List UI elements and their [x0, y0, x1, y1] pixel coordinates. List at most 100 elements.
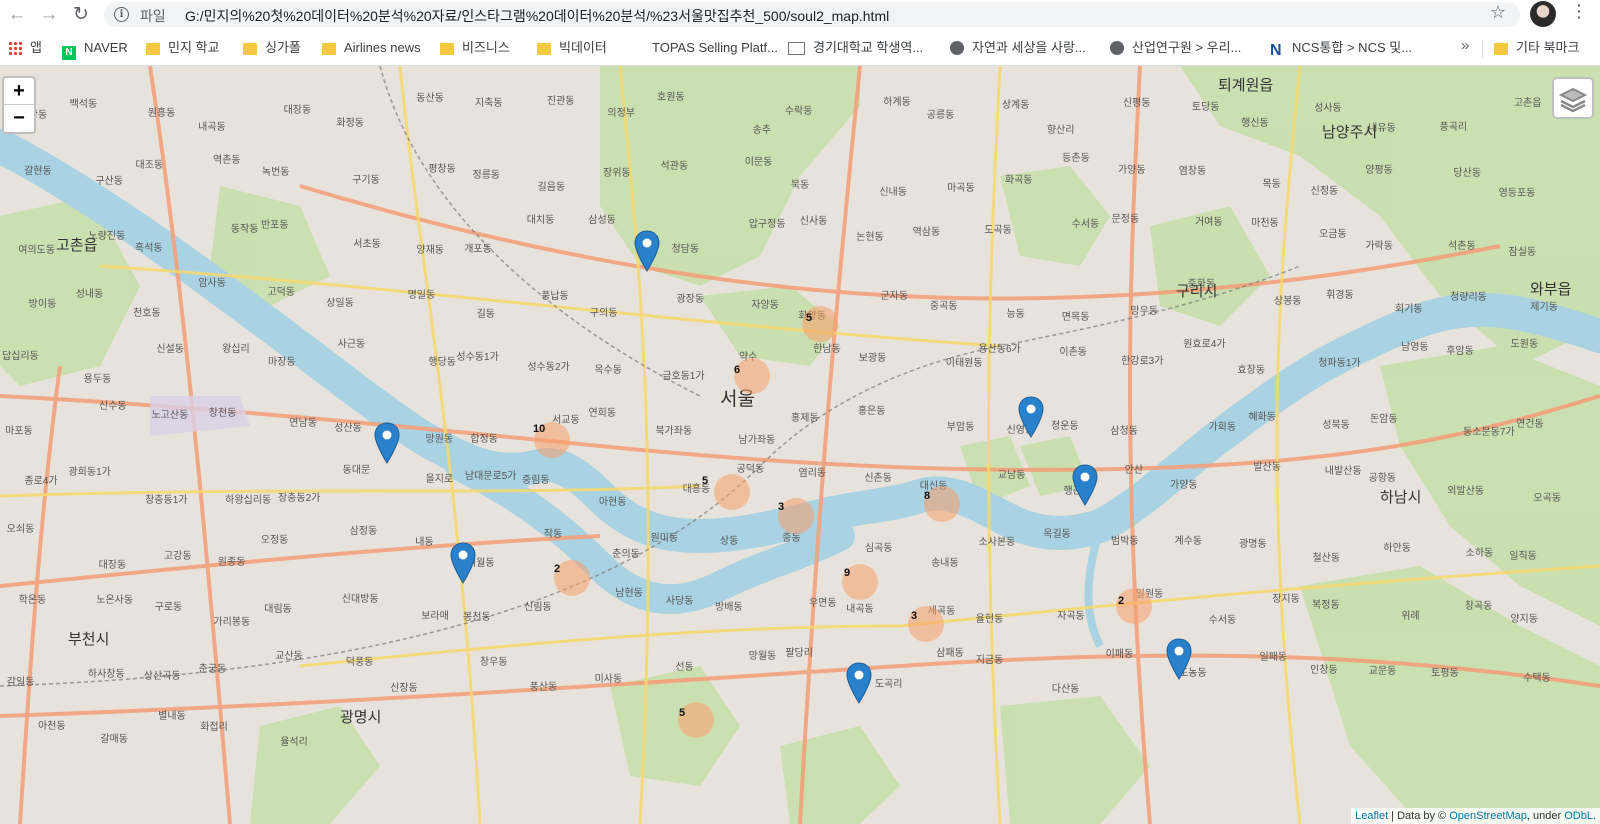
- place-label: 여의도동: [18, 245, 56, 257]
- menu-kebab-icon[interactable]: ⋮: [1570, 1, 1588, 22]
- place-label: 교남동: [997, 469, 1026, 481]
- place-label: 계수동: [1174, 535, 1203, 547]
- map-marker[interactable]: [1072, 464, 1098, 506]
- place-label: 장충동2가: [277, 493, 321, 505]
- osm-link[interactable]: OpenStreetMap: [1449, 810, 1527, 822]
- place-label: 대조동: [135, 160, 164, 172]
- bookmark-kyonggi[interactable]: 경기대학교 학생역...: [788, 39, 923, 56]
- forward-arrow-icon[interactable]: →: [36, 2, 62, 28]
- place-label: 합정동: [470, 434, 498, 446]
- map-marker[interactable]: [634, 230, 660, 272]
- place-label: 녹번동: [261, 166, 290, 178]
- attribution-text: , under: [1526, 810, 1565, 822]
- place-label: 의정부: [607, 107, 636, 119]
- place-label: 원종동: [217, 556, 246, 568]
- cluster-count: 6: [734, 364, 741, 376]
- place-label: 팔당리: [785, 648, 813, 660]
- place-label: 양평동: [1365, 164, 1393, 176]
- place-label: 개포동: [464, 243, 492, 255]
- leaflet-link[interactable]: Leaflet: [1355, 810, 1388, 822]
- place-label: 창우동: [479, 656, 508, 668]
- bookmark-other-folder[interactable]: 기타 북마크: [1494, 39, 1579, 56]
- bookmarks-divider: [1482, 40, 1483, 58]
- place-label: 청량리동: [1450, 291, 1487, 303]
- place-label: 이촌동: [1059, 347, 1087, 359]
- place-label: 대장동: [283, 104, 312, 116]
- bookmark-folder[interactable]: 빅데이터: [537, 39, 607, 56]
- bookmark-nature[interactable]: 자연과 세상을 사랑...: [950, 39, 1086, 56]
- cluster-circle[interactable]: [714, 474, 750, 510]
- place-label: 인창동: [1310, 665, 1338, 677]
- bookmark-apps[interactable]: 앱: [8, 39, 42, 56]
- city-label: 하남시: [1380, 489, 1422, 506]
- map-pin-icon: [1018, 396, 1044, 438]
- place-label: 왕십리: [222, 344, 250, 356]
- zoom-in-button[interactable]: +: [4, 78, 34, 104]
- place-label: 행당동: [428, 356, 456, 368]
- folder-icon: [537, 43, 551, 55]
- place-label: 방배동: [715, 602, 743, 614]
- place-label: 행신동: [1241, 117, 1269, 129]
- place-label: 평창동: [428, 163, 456, 175]
- reload-icon[interactable]: ↻: [68, 2, 94, 28]
- place-label: 북가좌동: [655, 426, 693, 438]
- place-label: 성내동: [75, 288, 104, 300]
- place-label: 성수동2가: [527, 361, 570, 373]
- bookmark-kiet[interactable]: 산업연구원 > 우리...: [1110, 39, 1241, 56]
- place-label: 금호동1가: [662, 370, 705, 382]
- place-label: 제기동: [1530, 301, 1558, 313]
- place-label: 길음동: [537, 182, 566, 194]
- place-label: 창곡동: [1464, 600, 1493, 612]
- bookmark-topas[interactable]: TOPAS Selling Platf...: [652, 39, 778, 56]
- place-label: 마곡동: [947, 182, 975, 194]
- place-label: 돈암동: [1369, 414, 1398, 426]
- cluster-count: 10: [533, 423, 546, 435]
- place-label: 오금동: [1319, 228, 1347, 240]
- place-label: 명일동: [407, 289, 436, 301]
- bookmark-folder[interactable]: 비즈니스: [440, 39, 510, 56]
- place-label: 영등포동: [1498, 187, 1536, 199]
- map-marker[interactable]: [374, 422, 400, 464]
- map-marker[interactable]: [1166, 638, 1192, 680]
- place-label: 보라매: [421, 610, 449, 622]
- layers-control-button[interactable]: [1552, 77, 1594, 119]
- place-label: 남대문로5가: [464, 470, 517, 482]
- map-marker[interactable]: [846, 662, 872, 704]
- place-label: 풍납동: [541, 291, 569, 303]
- place-label: 내발산동: [1324, 465, 1362, 477]
- leaflet-map[interactable]: 퇴계원읍 남양주시 구리시 와부읍 하남시 서울 고촌읍 부천시 광명시 장항동…: [0, 66, 1600, 824]
- map-marker[interactable]: [450, 542, 476, 584]
- bookmark-folder[interactable]: Airlines news: [322, 39, 421, 56]
- place-label: 신내동: [879, 186, 907, 198]
- bookmark-folder[interactable]: 민지 학교: [146, 39, 219, 56]
- back-arrow-icon[interactable]: ←: [4, 2, 30, 28]
- place-label: 옥수동: [594, 364, 622, 376]
- info-icon[interactable]: i: [114, 7, 129, 22]
- profile-avatar[interactable]: [1530, 1, 1556, 27]
- place-label: 신림동: [524, 602, 552, 614]
- place-label: 거여동: [1194, 217, 1223, 229]
- place-label: 동대문: [342, 465, 371, 477]
- place-label: 춘궁동: [198, 664, 227, 676]
- bookmark-star-icon[interactable]: ☆: [1490, 2, 1506, 23]
- place-label: 오곡동: [1533, 493, 1562, 505]
- place-label: 등촌동: [1062, 152, 1090, 164]
- place-label: 우면동: [808, 597, 837, 609]
- place-label: 화정동: [336, 118, 364, 130]
- place-label: 내동: [415, 537, 434, 549]
- place-label: 신장동: [390, 683, 418, 695]
- odbl-link[interactable]: ODbL.: [1564, 810, 1596, 822]
- bookmark-naver[interactable]: N NAVER: [62, 39, 128, 60]
- place-label: 덕풍동: [345, 656, 374, 668]
- place-label: 내곡동: [846, 603, 874, 615]
- zoom-out-button[interactable]: −: [4, 104, 34, 131]
- place-label: 지축동: [474, 98, 503, 110]
- bookmark-folder[interactable]: 싱가폴: [243, 39, 301, 56]
- place-label: 서초동: [353, 239, 381, 251]
- bookmark-ncs[interactable]: N NCS통합 > NCS 및...: [1270, 39, 1412, 59]
- map-marker[interactable]: [1018, 396, 1044, 438]
- address-bar[interactable]: i 파일 G:/민지의%20첫%20데이터%20분석%20자료/인스타그램%20…: [104, 2, 1520, 27]
- place-label: 이문동: [744, 156, 773, 168]
- bookmarks-overflow-button[interactable]: »: [1461, 37, 1469, 54]
- url-text[interactable]: G:/민지의%20첫%20데이터%20분석%20자료/인스타그램%20데이터%2…: [185, 6, 889, 26]
